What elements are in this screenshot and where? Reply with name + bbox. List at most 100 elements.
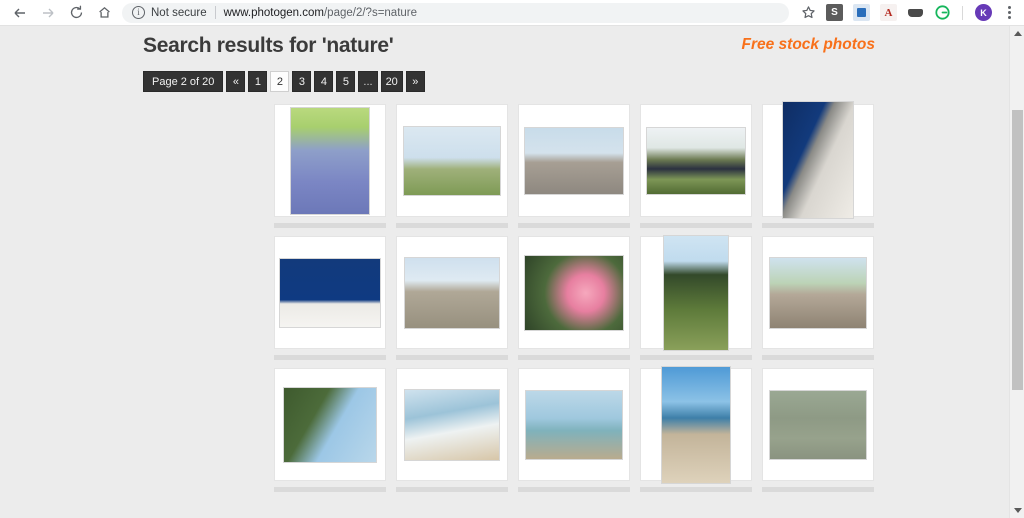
result-surf-beach[interactable] bbox=[396, 368, 508, 481]
result-caption-placeholder bbox=[396, 487, 508, 492]
extension-monitor-icon[interactable] bbox=[907, 4, 924, 21]
result-cell bbox=[518, 104, 630, 228]
result-cell bbox=[640, 234, 752, 360]
result-thumbnail[interactable] bbox=[769, 389, 867, 460]
url-path: /page/2/?s=nature bbox=[323, 6, 418, 19]
address-bar[interactable]: i Not secure www.photogen.com/page/2/?s=… bbox=[122, 2, 789, 23]
result-caption-placeholder bbox=[396, 223, 508, 228]
result-caption-placeholder bbox=[518, 355, 630, 360]
pagination-page-2[interactable]: 2 bbox=[270, 71, 290, 92]
result-bluebell-woodland[interactable] bbox=[274, 104, 386, 217]
results-row bbox=[274, 234, 874, 360]
results-row bbox=[274, 100, 874, 228]
result-cell bbox=[762, 368, 874, 492]
url-host: www.photogen.com bbox=[223, 6, 324, 19]
result-thumbnail[interactable] bbox=[524, 126, 624, 195]
site-info-icon[interactable]: i bbox=[132, 6, 145, 19]
result-coastal-cove[interactable] bbox=[274, 368, 386, 481]
avatar[interactable]: K bbox=[975, 4, 992, 21]
result-beached-boat[interactable] bbox=[762, 236, 874, 349]
result-caption-placeholder bbox=[762, 487, 874, 492]
star-icon[interactable] bbox=[795, 1, 821, 25]
result-green-valley-hills[interactable] bbox=[640, 104, 752, 217]
result-caption-placeholder bbox=[640, 223, 752, 228]
page-indicator: Page 2 of 20 bbox=[143, 71, 224, 92]
pagination-page-1[interactable]: 1 bbox=[248, 71, 268, 92]
result-cypress-grove[interactable] bbox=[640, 234, 752, 351]
result-thumbnail[interactable] bbox=[663, 234, 729, 351]
navigation-buttons bbox=[0, 1, 118, 25]
result-caption-placeholder bbox=[274, 223, 386, 228]
result-caption-placeholder bbox=[274, 355, 386, 360]
result-tidal-rocks[interactable] bbox=[396, 236, 508, 349]
result-caption-placeholder bbox=[762, 355, 874, 360]
result-caption-placeholder bbox=[640, 355, 752, 360]
result-cell bbox=[518, 236, 630, 360]
result-cell bbox=[274, 236, 386, 360]
results-grid bbox=[274, 100, 874, 500]
page-viewport: Search results for 'nature' Free stock p… bbox=[0, 26, 1024, 518]
result-white-rock-deep-blue[interactable] bbox=[274, 236, 386, 349]
scroll-up-arrow-icon[interactable] bbox=[1010, 26, 1024, 41]
forward-icon[interactable] bbox=[34, 1, 62, 25]
pagination-page-4[interactable]: 4 bbox=[314, 71, 334, 92]
result-caption-placeholder bbox=[518, 487, 630, 492]
extension-s-icon[interactable]: S bbox=[826, 4, 843, 21]
result-caption-placeholder bbox=[640, 487, 752, 492]
kebab-menu-icon[interactable] bbox=[998, 1, 1020, 25]
results-row bbox=[274, 365, 874, 492]
scroll-down-arrow-icon[interactable] bbox=[1010, 503, 1024, 518]
extension-blue-square-icon[interactable] bbox=[853, 4, 870, 21]
result-cliff-fence-field[interactable] bbox=[396, 104, 508, 217]
result-rocky-shore-cliff[interactable] bbox=[518, 104, 630, 217]
result-thumbnail[interactable] bbox=[769, 256, 867, 329]
result-caption-placeholder bbox=[518, 223, 630, 228]
pagination-prev-button[interactable]: « bbox=[226, 71, 246, 92]
result-cell bbox=[396, 104, 508, 228]
result-thumbnail[interactable] bbox=[661, 365, 731, 484]
site-tagline: Free stock photos bbox=[741, 36, 876, 53]
scrollbar-thumb[interactable] bbox=[1012, 110, 1023, 390]
browser-toolbar: i Not secure www.photogen.com/page/2/?s=… bbox=[0, 0, 1024, 26]
result-caption-placeholder bbox=[762, 223, 874, 228]
result-thumbnail[interactable] bbox=[279, 257, 381, 328]
url-text: www.photogen.com/page/2/?s=nature bbox=[224, 7, 417, 19]
result-caption-placeholder bbox=[396, 355, 508, 360]
result-thumbnail[interactable] bbox=[290, 106, 370, 215]
result-pink-roses[interactable] bbox=[518, 236, 630, 349]
result-thumbnail[interactable] bbox=[524, 254, 624, 331]
result-thumbnail[interactable] bbox=[646, 126, 746, 195]
result-cell bbox=[640, 365, 752, 492]
reload-icon[interactable] bbox=[62, 1, 90, 25]
pagination-page-5[interactable]: 5 bbox=[336, 71, 356, 92]
home-icon[interactable] bbox=[90, 1, 118, 25]
result-cell bbox=[274, 368, 386, 492]
result-wooden-pier[interactable] bbox=[640, 365, 752, 484]
result-pebble-shallows[interactable] bbox=[762, 368, 874, 481]
extension-grammar-icon[interactable] bbox=[934, 4, 951, 21]
back-icon[interactable] bbox=[6, 1, 34, 25]
extension-pdf-icon[interactable]: A bbox=[880, 4, 897, 21]
result-thumbnail[interactable] bbox=[782, 100, 854, 219]
pagination-ellipsis: ... bbox=[358, 71, 378, 92]
result-white-cliff-blue-sky[interactable] bbox=[762, 100, 874, 219]
result-cell bbox=[518, 368, 630, 492]
result-thumbnail[interactable] bbox=[283, 386, 377, 463]
page-scrollbar[interactable] bbox=[1009, 26, 1024, 518]
pagination-next-button[interactable]: » bbox=[405, 71, 425, 92]
result-thumbnail[interactable] bbox=[404, 256, 500, 329]
omnibox-divider bbox=[214, 6, 216, 19]
result-thumbnail[interactable] bbox=[403, 125, 501, 196]
result-thumbnail[interactable] bbox=[525, 389, 623, 460]
toolbar-separator bbox=[962, 5, 963, 20]
result-cell bbox=[640, 104, 752, 228]
toolbar-right-actions: S A K bbox=[795, 1, 1024, 25]
result-thumbnail[interactable] bbox=[404, 388, 500, 461]
result-cell bbox=[762, 236, 874, 360]
result-sea-groyne[interactable] bbox=[518, 368, 630, 481]
result-caption-placeholder bbox=[274, 487, 386, 492]
pagination-page-last[interactable]: 20 bbox=[380, 71, 403, 92]
pagination-page-3[interactable]: 3 bbox=[292, 71, 312, 92]
result-cell bbox=[396, 368, 508, 492]
result-cell bbox=[396, 236, 508, 360]
